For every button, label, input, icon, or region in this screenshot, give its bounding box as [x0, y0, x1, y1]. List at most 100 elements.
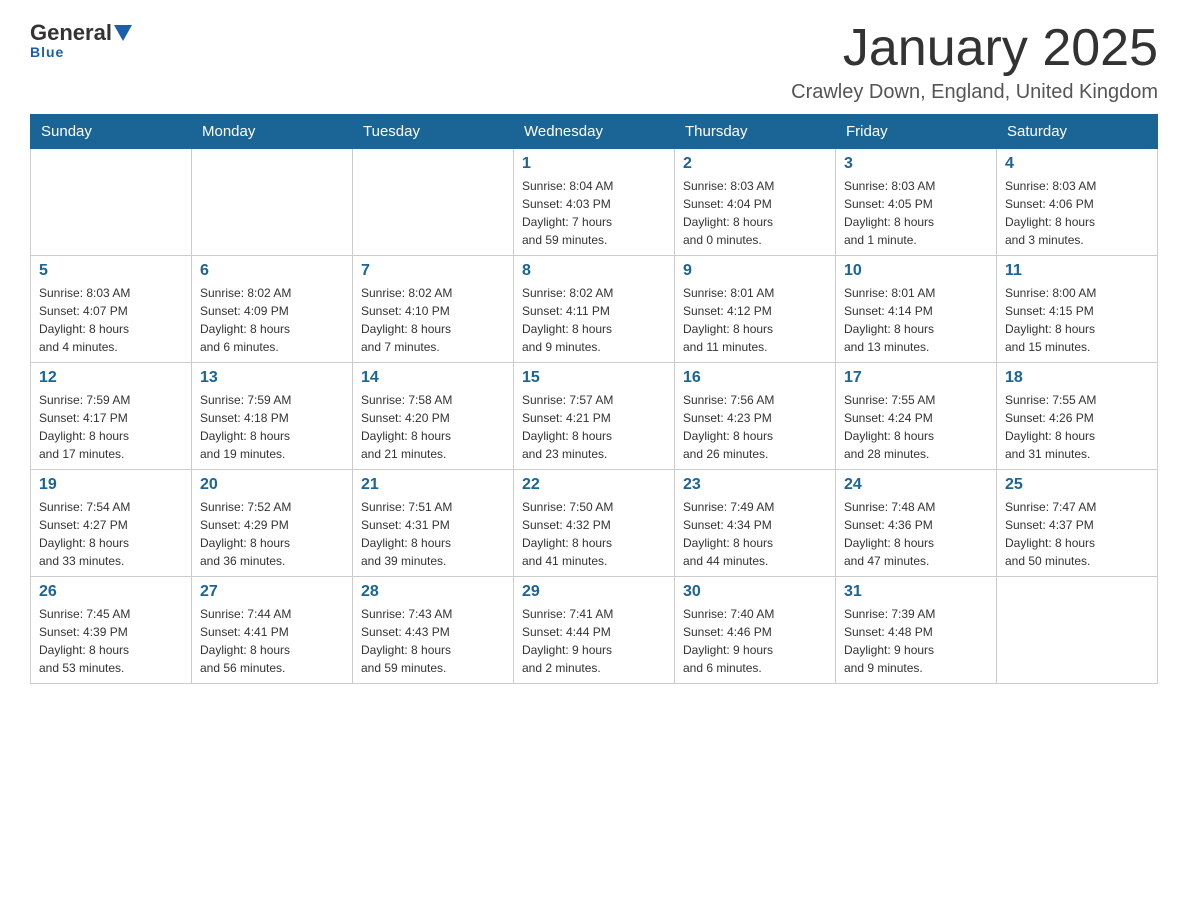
- day-info: Sunrise: 8:02 AM Sunset: 4:11 PM Dayligh…: [522, 284, 666, 356]
- day-number: 22: [522, 476, 666, 494]
- page-header: General Blue January 2025 Crawley Down, …: [30, 20, 1158, 104]
- day-info: Sunrise: 7:44 AM Sunset: 4:41 PM Dayligh…: [200, 605, 344, 677]
- calendar-cell: 11 Sunrise: 8:00 AM Sunset: 4:15 PM Dayli…: [997, 256, 1158, 363]
- calendar-cell: 3 Sunrise: 8:03 AM Sunset: 4:05 PM Daylig…: [836, 149, 997, 256]
- calendar-cell: 22 Sunrise: 7:50 AM Sunset: 4:32 PM Dayli…: [514, 470, 675, 577]
- day-number: 10: [844, 262, 988, 280]
- day-info: Sunrise: 8:03 AM Sunset: 4:06 PM Dayligh…: [1005, 177, 1149, 249]
- month-title: January 2025: [791, 20, 1158, 77]
- day-info: Sunrise: 7:54 AM Sunset: 4:27 PM Dayligh…: [39, 498, 183, 570]
- week-row-1: 1Sunrise: 8:04 AM Sunset: 4:03 PM Daylig…: [31, 149, 1158, 256]
- day-number: 5: [39, 262, 183, 280]
- day-number: 25: [1005, 476, 1149, 494]
- day-info: Sunrise: 7:52 AM Sunset: 4:29 PM Dayligh…: [200, 498, 344, 570]
- day-number: 3: [844, 155, 988, 173]
- day-number: 4: [1005, 155, 1149, 173]
- calendar-cell: 26 Sunrise: 7:45 AM Sunset: 4:39 PM Dayli…: [31, 577, 192, 684]
- day-number: 9: [683, 262, 827, 280]
- calendar-cell: 12 Sunrise: 7:59 AM Sunset: 4:17 PM Dayli…: [31, 363, 192, 470]
- day-info: Sunrise: 8:01 AM Sunset: 4:14 PM Dayligh…: [844, 284, 988, 356]
- day-info: Sunrise: 8:03 AM Sunset: 4:04 PM Dayligh…: [683, 177, 827, 249]
- day-info: Sunrise: 7:59 AM Sunset: 4:17 PM Dayligh…: [39, 391, 183, 463]
- day-number: 23: [683, 476, 827, 494]
- calendar-cell: 9 Sunrise: 8:01 AM Sunset: 4:12 PM Daylig…: [675, 256, 836, 363]
- day-number: 18: [1005, 369, 1149, 387]
- day-info: Sunrise: 7:58 AM Sunset: 4:20 PM Dayligh…: [361, 391, 505, 463]
- day-number: 24: [844, 476, 988, 494]
- calendar-table: SundayMondayTuesdayWednesdayThursdayFrid…: [30, 114, 1158, 684]
- day-info: Sunrise: 8:03 AM Sunset: 4:05 PM Dayligh…: [844, 177, 988, 249]
- calendar-header-row: SundayMondayTuesdayWednesdayThursdayFrid…: [31, 115, 1158, 149]
- day-number: 28: [361, 583, 505, 601]
- calendar-cell: 28 Sunrise: 7:43 AM Sunset: 4:43 PM Dayli…: [353, 577, 514, 684]
- calendar-cell: 15 Sunrise: 7:57 AM Sunset: 4:21 PM Dayli…: [514, 363, 675, 470]
- day-number: 31: [844, 583, 988, 601]
- calendar-cell: 30Sunrise: 7:40 AM Sunset: 4:46 PM Dayli…: [675, 577, 836, 684]
- calendar-header-tuesday: Tuesday: [353, 115, 514, 149]
- calendar-cell: 2 Sunrise: 8:03 AM Sunset: 4:04 PM Daylig…: [675, 149, 836, 256]
- calendar-cell: 25 Sunrise: 7:47 AM Sunset: 4:37 PM Dayli…: [997, 470, 1158, 577]
- calendar-header-monday: Monday: [192, 115, 353, 149]
- calendar-cell: 20 Sunrise: 7:52 AM Sunset: 4:29 PM Dayli…: [192, 470, 353, 577]
- day-info: Sunrise: 8:04 AM Sunset: 4:03 PM Dayligh…: [522, 177, 666, 249]
- day-info: Sunrise: 8:02 AM Sunset: 4:10 PM Dayligh…: [361, 284, 505, 356]
- calendar-cell: 7Sunrise: 8:02 AM Sunset: 4:10 PM Daylig…: [353, 256, 514, 363]
- title-section: January 2025 Crawley Down, England, Unit…: [791, 20, 1158, 104]
- day-number: 16: [683, 369, 827, 387]
- calendar-header-saturday: Saturday: [997, 115, 1158, 149]
- calendar-header-thursday: Thursday: [675, 115, 836, 149]
- calendar-cell: 13 Sunrise: 7:59 AM Sunset: 4:18 PM Dayli…: [192, 363, 353, 470]
- logo-general-text: General: [30, 20, 112, 46]
- calendar-cell: 5 Sunrise: 8:03 AM Sunset: 4:07 PM Daylig…: [31, 256, 192, 363]
- day-info: Sunrise: 8:03 AM Sunset: 4:07 PM Dayligh…: [39, 284, 183, 356]
- day-number: 21: [361, 476, 505, 494]
- day-info: Sunrise: 7:47 AM Sunset: 4:37 PM Dayligh…: [1005, 498, 1149, 570]
- day-info: Sunrise: 7:45 AM Sunset: 4:39 PM Dayligh…: [39, 605, 183, 677]
- calendar-cell: [997, 577, 1158, 684]
- calendar-cell: 23 Sunrise: 7:49 AM Sunset: 4:34 PM Dayli…: [675, 470, 836, 577]
- calendar-cell: 21Sunrise: 7:51 AM Sunset: 4:31 PM Dayli…: [353, 470, 514, 577]
- day-number: 11: [1005, 262, 1149, 280]
- calendar-cell: 17Sunrise: 7:55 AM Sunset: 4:24 PM Dayli…: [836, 363, 997, 470]
- calendar-cell: 1Sunrise: 8:04 AM Sunset: 4:03 PM Daylig…: [514, 149, 675, 256]
- day-number: 17: [844, 369, 988, 387]
- day-number: 12: [39, 369, 183, 387]
- week-row-2: 5 Sunrise: 8:03 AM Sunset: 4:07 PM Daylig…: [31, 256, 1158, 363]
- day-info: Sunrise: 7:56 AM Sunset: 4:23 PM Dayligh…: [683, 391, 827, 463]
- day-number: 2: [683, 155, 827, 173]
- day-info: Sunrise: 7:40 AM Sunset: 4:46 PM Dayligh…: [683, 605, 827, 677]
- day-info: Sunrise: 7:50 AM Sunset: 4:32 PM Dayligh…: [522, 498, 666, 570]
- calendar-cell: 27Sunrise: 7:44 AM Sunset: 4:41 PM Dayli…: [192, 577, 353, 684]
- calendar-cell: 8 Sunrise: 8:02 AM Sunset: 4:11 PM Daylig…: [514, 256, 675, 363]
- day-number: 15: [522, 369, 666, 387]
- calendar-header-sunday: Sunday: [31, 115, 192, 149]
- calendar-cell: 4 Sunrise: 8:03 AM Sunset: 4:06 PM Daylig…: [997, 149, 1158, 256]
- day-info: Sunrise: 7:48 AM Sunset: 4:36 PM Dayligh…: [844, 498, 988, 570]
- day-info: Sunrise: 8:02 AM Sunset: 4:09 PM Dayligh…: [200, 284, 344, 356]
- day-info: Sunrise: 8:00 AM Sunset: 4:15 PM Dayligh…: [1005, 284, 1149, 356]
- calendar-cell: 31Sunrise: 7:39 AM Sunset: 4:48 PM Dayli…: [836, 577, 997, 684]
- day-info: Sunrise: 7:57 AM Sunset: 4:21 PM Dayligh…: [522, 391, 666, 463]
- calendar-cell: 16 Sunrise: 7:56 AM Sunset: 4:23 PM Dayli…: [675, 363, 836, 470]
- logo: General Blue: [30, 20, 134, 62]
- day-number: 6: [200, 262, 344, 280]
- day-info: Sunrise: 8:01 AM Sunset: 4:12 PM Dayligh…: [683, 284, 827, 356]
- calendar-header-wednesday: Wednesday: [514, 115, 675, 149]
- day-info: Sunrise: 7:43 AM Sunset: 4:43 PM Dayligh…: [361, 605, 505, 677]
- day-number: 20: [200, 476, 344, 494]
- day-number: 8: [522, 262, 666, 280]
- day-number: 26: [39, 583, 183, 601]
- logo-triangle-icon: [114, 25, 132, 41]
- logo-blue-text: Blue: [30, 44, 64, 60]
- day-info: Sunrise: 7:49 AM Sunset: 4:34 PM Dayligh…: [683, 498, 827, 570]
- location-text: Crawley Down, England, United Kingdom: [791, 81, 1158, 104]
- calendar-header-friday: Friday: [836, 115, 997, 149]
- day-number: 13: [200, 369, 344, 387]
- day-info: Sunrise: 7:55 AM Sunset: 4:26 PM Dayligh…: [1005, 391, 1149, 463]
- calendar-cell: 18 Sunrise: 7:55 AM Sunset: 4:26 PM Dayli…: [997, 363, 1158, 470]
- calendar-cell: 14Sunrise: 7:58 AM Sunset: 4:20 PM Dayli…: [353, 363, 514, 470]
- day-info: Sunrise: 7:59 AM Sunset: 4:18 PM Dayligh…: [200, 391, 344, 463]
- day-number: 29: [522, 583, 666, 601]
- week-row-5: 26 Sunrise: 7:45 AM Sunset: 4:39 PM Dayli…: [31, 577, 1158, 684]
- day-number: 19: [39, 476, 183, 494]
